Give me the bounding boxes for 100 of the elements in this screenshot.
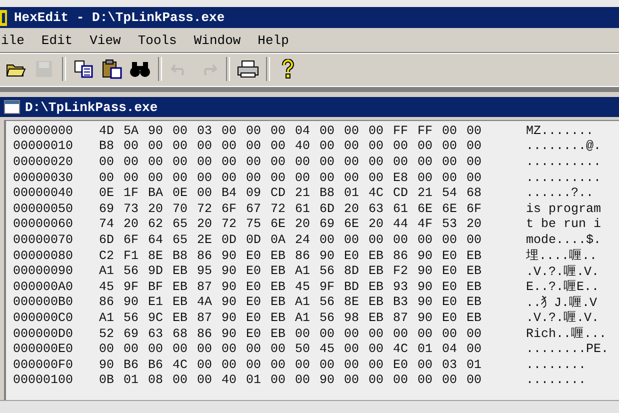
hex-byte: 72	[270, 202, 287, 216]
help-icon	[281, 59, 295, 79]
hex-byte: 03	[197, 124, 214, 138]
hex-byte: 90	[418, 264, 434, 278]
hex-byte: 90	[418, 295, 434, 310]
hex-byte: 21	[295, 186, 312, 200]
hex-byte: 0A	[270, 232, 287, 247]
hex-byte: 4F	[418, 217, 434, 232]
hex-byte: 56	[320, 264, 336, 278]
hex-byte: 74	[99, 217, 116, 232]
hex-byte: 73	[124, 202, 140, 216]
hex-byte: 87	[393, 310, 410, 325]
hex-byte: 40	[295, 139, 312, 154]
hex-byte: E0	[246, 264, 262, 278]
hex-byte: 00	[172, 170, 189, 185]
offset-label: 00000000	[13, 124, 74, 138]
hex-byte: 00	[270, 170, 287, 185]
hex-byte: 00	[344, 342, 360, 356]
menu-item[interactable]: Window	[194, 32, 241, 48]
hex-byte: 6F	[222, 202, 238, 216]
hex-byte: 20	[124, 217, 140, 232]
offset-label: 000000D0	[13, 326, 74, 341]
hex-byte: EB	[466, 248, 483, 263]
hex-byte: 00	[270, 124, 287, 138]
hex-byte: EB	[368, 264, 385, 278]
hex-byte: E0	[442, 310, 458, 325]
ascii-text: .V.?.喱.V.	[526, 264, 600, 280]
hex-byte: 9F	[320, 280, 336, 294]
hex-byte: 00	[442, 170, 458, 185]
ascii-text: ........@.	[526, 139, 602, 154]
hex-byte: CD	[270, 186, 287, 200]
hex-byte: 90	[124, 295, 140, 310]
hex-byte: EB	[368, 310, 385, 325]
menu-item[interactable]: Help	[258, 32, 289, 48]
hex-byte: 0E	[172, 186, 189, 200]
hex-byte: 86	[197, 326, 214, 341]
window-title: HexEdit - D:\TpLinkPass.exe	[14, 10, 225, 25]
offset-label: 00000050	[13, 202, 74, 216]
hex-byte: E0	[442, 248, 458, 263]
hex-byte: F1	[124, 248, 140, 263]
hex-byte: 2E	[197, 232, 214, 247]
hex-byte: 00	[344, 139, 360, 154]
ascii-text: E..?.喱E..	[526, 279, 600, 296]
hex-byte: 21	[418, 186, 434, 200]
toolbar-button[interactable]	[100, 57, 124, 81]
hex-byte: 90	[320, 248, 336, 263]
hex-byte: 65	[172, 232, 189, 247]
hex-byte: 56	[124, 310, 140, 325]
hex-byte: 00	[368, 232, 385, 247]
hex-byte: E0	[246, 295, 262, 310]
hex-byte: 01	[466, 358, 483, 372]
hex-byte: 61	[295, 202, 312, 216]
hex-byte: 00	[172, 124, 189, 138]
hex-byte: 00	[320, 139, 336, 154]
hex-byte: BD	[344, 280, 360, 294]
hex-byte: 00	[320, 124, 336, 138]
hex-byte: 90	[222, 310, 238, 325]
hex-byte: 00	[99, 342, 116, 356]
hex-byte: 4D	[99, 124, 116, 138]
hex-byte: 00	[246, 124, 262, 138]
hex-byte: 86	[295, 248, 312, 263]
hex-byte: 00	[197, 186, 214, 200]
hex-byte: EB	[466, 295, 483, 310]
hex-byte: E8	[393, 170, 410, 185]
hex-byte: 90	[222, 280, 238, 294]
hex-byte: 00	[246, 170, 262, 185]
copy-icon	[74, 60, 94, 78]
ascii-text: ..犭J.喱.V	[526, 294, 598, 311]
menu-item[interactable]: Tools	[138, 32, 177, 48]
hex-byte: EB	[466, 280, 483, 294]
hex-byte: 65	[172, 217, 189, 232]
menu-item[interactable]: ile	[1, 32, 24, 48]
menu-item[interactable]: Edit	[41, 32, 73, 48]
menu-item[interactable]: View	[90, 32, 121, 48]
hex-byte: 45	[320, 342, 336, 356]
hex-byte: EB	[368, 248, 385, 263]
hex-byte: 00	[368, 139, 385, 154]
hex-byte: 20	[197, 217, 214, 232]
offset-label: 000000A0	[13, 280, 74, 294]
hex-byte: B8	[99, 139, 116, 154]
hex-byte: 00	[393, 373, 410, 388]
hex-byte: 00	[466, 139, 483, 154]
hex-byte: 6E	[344, 217, 360, 232]
hex-byte: 00	[466, 170, 483, 185]
hex-byte: 72	[197, 202, 214, 216]
hex-byte: 00	[320, 170, 336, 185]
hex-byte: 90	[99, 358, 116, 372]
hex-byte: 9F	[124, 280, 140, 294]
ascii-text: .V.?.喱.V.	[526, 310, 600, 326]
hex-byte: 00	[295, 170, 312, 185]
hex-byte: 64	[148, 232, 164, 247]
hex-byte: 20	[368, 217, 385, 232]
hex-byte: 00	[393, 232, 410, 247]
hex-byte: 00	[172, 342, 189, 356]
ascii-text: is program	[526, 202, 602, 216]
hex-byte: 40	[222, 373, 238, 388]
hex-byte: 75	[246, 217, 262, 232]
hex-byte: A1	[295, 295, 312, 310]
hex-byte: 90	[418, 280, 434, 294]
hex-byte: 24	[295, 232, 312, 247]
